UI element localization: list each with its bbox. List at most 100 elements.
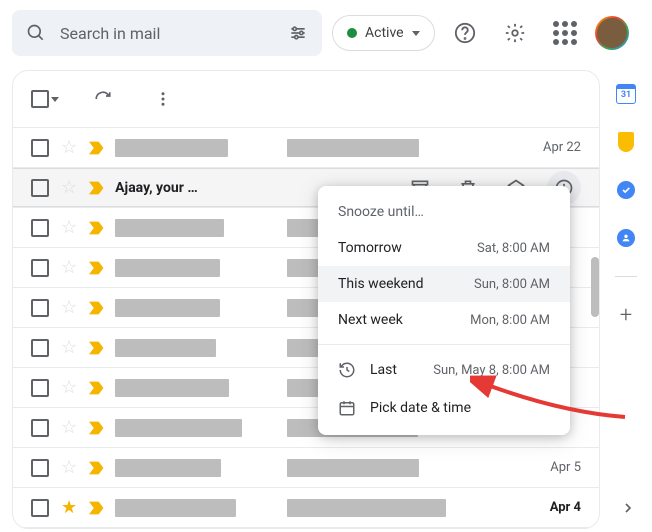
more-vert-icon <box>154 90 172 108</box>
star-icon[interactable]: ★ <box>61 497 77 518</box>
sender-redacted <box>115 379 229 397</box>
sender-name: Ajaay, your … <box>115 180 198 196</box>
row-checkbox[interactable] <box>31 379 49 397</box>
snooze-last-time: Sun, May 8, 8:00 AM <box>433 363 550 378</box>
snooze-menu: Snooze until… Tomorrow Sat, 8:00 AM This w… <box>318 186 570 435</box>
star-icon[interactable]: ☆ <box>61 337 77 358</box>
row-date: Apr 5 <box>535 460 581 475</box>
list-toolbar <box>13 71 599 127</box>
contacts-icon <box>617 229 635 247</box>
keep-app[interactable] <box>616 132 636 152</box>
refresh-icon <box>94 90 112 108</box>
sender-redacted <box>115 219 224 237</box>
calendar-app[interactable]: 31 <box>616 84 636 104</box>
snooze-pick-date[interactable]: Pick date & time <box>318 389 570 427</box>
row-checkbox[interactable] <box>31 459 49 477</box>
subject-redacted <box>287 139 419 157</box>
keep-icon <box>618 132 634 152</box>
row-checkbox[interactable] <box>31 299 49 317</box>
important-icon[interactable] <box>89 181 103 195</box>
tasks-app[interactable] <box>616 180 636 200</box>
search-icon <box>26 23 46 43</box>
collapse-sidepanel-button[interactable] <box>620 500 636 520</box>
chevron-down-icon <box>412 31 420 36</box>
important-icon[interactable] <box>89 461 103 475</box>
important-icon[interactable] <box>89 261 103 275</box>
snooze-last[interactable]: Last Sun, May 8, 8:00 AM <box>318 351 570 389</box>
subject-redacted <box>287 459 419 477</box>
important-icon[interactable] <box>89 501 103 515</box>
subject-redacted <box>287 499 446 517</box>
snooze-option-label: Tomorrow <box>338 240 402 256</box>
important-icon[interactable] <box>89 341 103 355</box>
sender-redacted <box>115 299 220 317</box>
star-icon[interactable]: ☆ <box>61 257 77 278</box>
star-icon[interactable]: ☆ <box>61 177 77 198</box>
sender-redacted <box>115 499 236 517</box>
snooze-last-label: Last <box>370 362 397 378</box>
contacts-app[interactable] <box>616 228 636 248</box>
snooze-option-time: Sun, 8:00 AM <box>474 277 550 292</box>
snooze-option-label: This weekend <box>338 276 424 292</box>
search-bar[interactable] <box>12 10 322 56</box>
history-icon <box>338 361 356 379</box>
snooze-option-time: Mon, 8:00 AM <box>470 313 550 328</box>
sender-redacted <box>115 339 216 357</box>
divider <box>615 276 637 277</box>
row-checkbox[interactable] <box>31 179 49 197</box>
help-button[interactable] <box>445 13 485 53</box>
mail-row[interactable]: ☆ Apr 5 <box>13 448 599 488</box>
star-icon[interactable]: ☆ <box>61 217 77 238</box>
gear-icon <box>504 22 526 44</box>
calendar-icon: 31 <box>616 84 636 104</box>
apps-grid-icon <box>553 21 577 45</box>
snooze-option[interactable]: This weekend Sun, 8:00 AM <box>318 266 570 302</box>
help-icon <box>454 22 476 44</box>
calendar-icon <box>338 399 356 417</box>
star-icon[interactable]: ☆ <box>61 137 77 158</box>
mail-row[interactable]: ☆ Apr 22 <box>13 128 599 168</box>
row-date: Apr 4 <box>535 500 581 515</box>
status-chip[interactable]: Active <box>332 15 435 51</box>
star-icon[interactable]: ☆ <box>61 377 77 398</box>
snooze-pick-label: Pick date & time <box>370 400 471 416</box>
refresh-button[interactable] <box>87 83 119 115</box>
status-chip-label: Active <box>365 25 404 41</box>
row-checkbox[interactable] <box>31 259 49 277</box>
row-checkbox[interactable] <box>31 139 49 157</box>
apps-button[interactable] <box>545 13 585 53</box>
divider <box>318 344 570 345</box>
row-checkbox[interactable] <box>31 219 49 237</box>
snooze-option[interactable]: Tomorrow Sat, 8:00 AM <box>318 230 570 266</box>
important-icon[interactable] <box>89 141 103 155</box>
snooze-option-time: Sat, 8:00 AM <box>477 241 550 256</box>
sender-redacted <box>115 419 242 437</box>
select-all-checkbox[interactable] <box>31 90 59 108</box>
star-icon[interactable]: ☆ <box>61 297 77 318</box>
important-icon[interactable] <box>89 221 103 235</box>
tune-icon[interactable] <box>288 23 308 43</box>
sender-redacted <box>115 259 219 277</box>
snooze-option-label: Next week <box>338 312 403 328</box>
scrollbar[interactable] <box>591 257 599 317</box>
mail-row[interactable]: ★ Apr 4 <box>13 488 599 528</box>
account-avatar[interactable] <box>595 16 629 50</box>
snooze-option[interactable]: Next week Mon, 8:00 AM <box>318 302 570 338</box>
row-date: Apr 22 <box>535 140 581 155</box>
snooze-menu-title: Snooze until… <box>318 194 570 230</box>
tasks-icon <box>617 181 635 199</box>
search-input[interactable] <box>60 24 274 43</box>
row-checkbox[interactable] <box>31 339 49 357</box>
chevron-right-icon <box>620 500 636 516</box>
star-icon[interactable]: ☆ <box>61 457 77 478</box>
important-icon[interactable] <box>89 381 103 395</box>
sender-redacted <box>115 459 221 477</box>
row-checkbox[interactable] <box>31 419 49 437</box>
more-button[interactable] <box>147 83 179 115</box>
important-icon[interactable] <box>89 421 103 435</box>
important-icon[interactable] <box>89 301 103 315</box>
star-icon[interactable]: ☆ <box>61 417 77 438</box>
settings-button[interactable] <box>495 13 535 53</box>
add-app-button[interactable]: + <box>616 305 636 325</box>
row-checkbox[interactable] <box>31 499 49 517</box>
